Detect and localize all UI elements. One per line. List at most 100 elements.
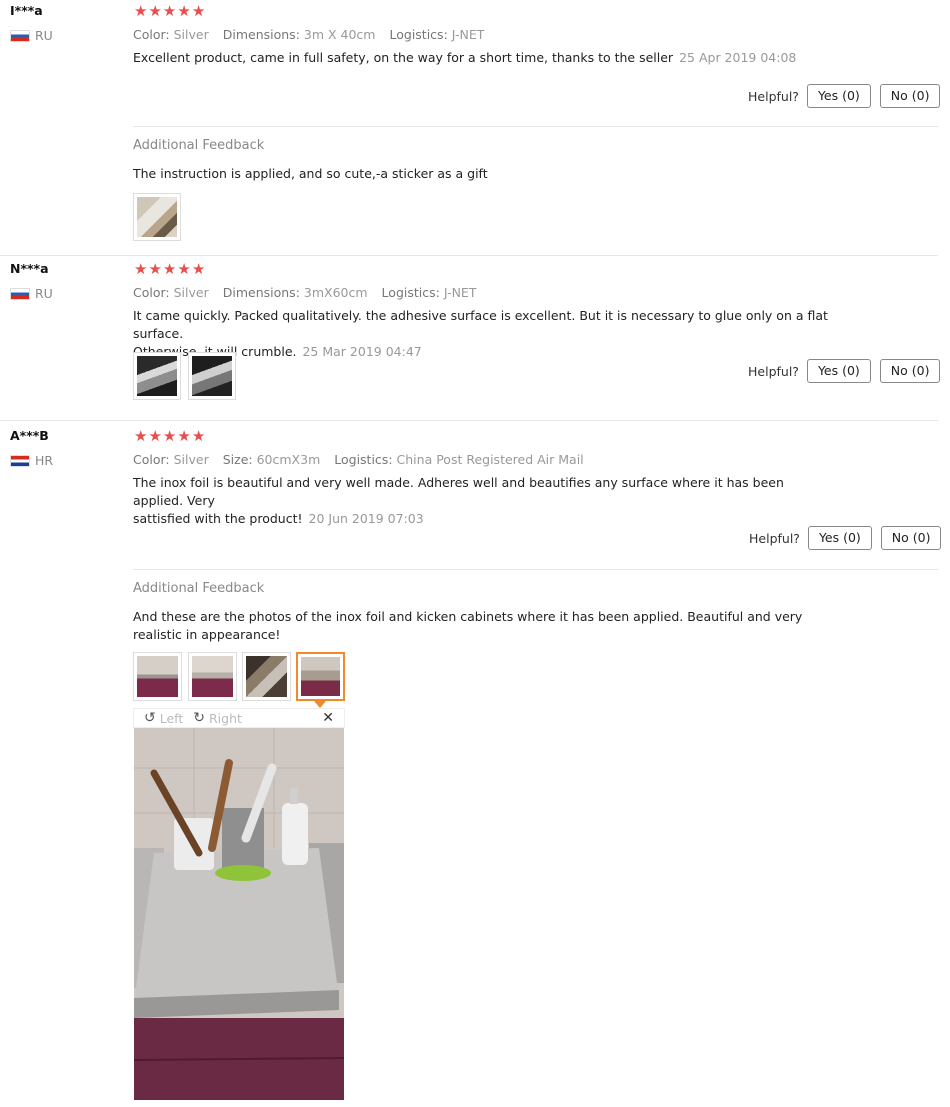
country-code: RU bbox=[35, 28, 53, 43]
dimensions-label: Dimensions: bbox=[222, 285, 300, 300]
star-rating: ★ ★ ★ ★ ★ bbox=[134, 4, 205, 19]
country-code: RU bbox=[35, 286, 53, 301]
helpful-yes-button[interactable]: Yes (0) bbox=[807, 526, 872, 550]
star-rating: ★ ★ ★ ★ ★ bbox=[134, 262, 205, 277]
color-label: Color: bbox=[133, 452, 170, 467]
helpful-no-button[interactable]: No (0) bbox=[879, 359, 941, 383]
review-photo-thumbnail[interactable] bbox=[188, 352, 236, 400]
rotate-left-label: Left bbox=[159, 710, 184, 726]
star-icon: ★ bbox=[162, 427, 177, 445]
review-separator bbox=[0, 255, 938, 256]
helpful-yes-button[interactable]: Yes (0) bbox=[806, 359, 871, 383]
product-attributes: Color: Silver Size: 60cmX3m Logistics: Chi… bbox=[133, 452, 584, 467]
size-label: Size: bbox=[222, 452, 253, 467]
croatia-flag-icon bbox=[10, 454, 30, 467]
photo-image bbox=[137, 197, 177, 237]
photo-image bbox=[137, 356, 177, 396]
star-icon: ★ bbox=[177, 260, 191, 278]
review-date: 25 Mar 2019 04:47 bbox=[302, 344, 422, 359]
additional-feedback-text: The instruction is applied, and so cute,… bbox=[133, 166, 488, 181]
star-icon: ★ bbox=[148, 427, 162, 445]
rotate-left-icon: ↺ bbox=[144, 710, 156, 726]
star-icon: ★ bbox=[191, 2, 206, 20]
star-icon: ★ bbox=[191, 427, 206, 445]
rotate-right-icon: ↻ bbox=[193, 710, 205, 726]
reviewer-country: RU bbox=[10, 286, 53, 301]
reviewer-name: N***a bbox=[10, 261, 49, 276]
star-icon: ★ bbox=[148, 2, 162, 20]
helpful-label: Helpful? bbox=[748, 88, 799, 104]
review-photo-thumbnail[interactable] bbox=[188, 652, 237, 701]
helpful-controls: Helpful? Yes (0) No (0) bbox=[749, 526, 942, 550]
logistics-value: J-NET bbox=[443, 285, 477, 300]
rotate-right-button[interactable]: ↻ Right bbox=[193, 710, 242, 726]
product-attributes: Color: Silver Dimensions: 3mX60cm Logistic… bbox=[133, 285, 476, 300]
close-icon[interactable]: ✕ bbox=[322, 710, 334, 726]
review-photo-thumbnail[interactable] bbox=[242, 652, 291, 701]
reviewer-name: A***B bbox=[10, 428, 49, 443]
reviewer-country: HR bbox=[10, 453, 53, 468]
dimensions-label: Dimensions: bbox=[222, 27, 300, 42]
star-icon: ★ bbox=[191, 260, 206, 278]
dimensions-value: 3m X 40cm bbox=[303, 27, 376, 42]
review-separator bbox=[0, 420, 938, 421]
review-body: Excellent product, came in full safety, … bbox=[133, 50, 674, 65]
star-icon: ★ bbox=[162, 2, 177, 20]
helpful-yes-button[interactable]: Yes (0) bbox=[806, 84, 871, 108]
review-text: The inox foil is beautiful and very well… bbox=[133, 474, 833, 528]
divider bbox=[133, 126, 938, 127]
star-icon: ★ bbox=[162, 260, 177, 278]
photo-viewer-toolbar: ↺ Left ↻ Right ✕ bbox=[133, 708, 345, 728]
additional-feedback-title: Additional Feedback bbox=[133, 138, 265, 153]
review-photo-thumbnail[interactable] bbox=[133, 652, 182, 701]
helpful-label: Helpful? bbox=[748, 363, 799, 379]
star-icon: ★ bbox=[134, 260, 148, 278]
helpful-controls: Helpful? Yes (0) No (0) bbox=[748, 84, 941, 108]
star-icon: ★ bbox=[134, 2, 148, 20]
country-code: HR bbox=[35, 453, 54, 468]
rotate-left-button[interactable]: ↺ Left bbox=[144, 710, 183, 726]
review-photo-thumbnail-selected[interactable] bbox=[296, 652, 345, 701]
additional-feedback-text: And these are the photos of the inox foi… bbox=[133, 608, 833, 644]
photo-image bbox=[137, 656, 178, 697]
logistics-label: Logistics: bbox=[381, 285, 440, 300]
star-icon: ★ bbox=[134, 427, 148, 445]
russia-flag-icon bbox=[10, 29, 30, 42]
color-value: Silver bbox=[173, 285, 209, 300]
additional-feedback-title: Additional Feedback bbox=[133, 581, 265, 596]
review-photo-thumbnail[interactable] bbox=[133, 352, 181, 400]
logistics-label: Logistics: bbox=[334, 452, 393, 467]
helpful-controls: Helpful? Yes (0) No (0) bbox=[748, 359, 941, 383]
photo-image bbox=[192, 656, 233, 697]
helpful-no-button[interactable]: No (0) bbox=[880, 526, 942, 550]
review-body-line2: sattisfied with the product! bbox=[133, 511, 303, 526]
reviewer-name: I***a bbox=[10, 3, 43, 18]
review-date: 25 Apr 2019 04:08 bbox=[679, 50, 797, 65]
photo-image bbox=[246, 656, 287, 697]
photo-viewer-image bbox=[134, 728, 344, 1100]
divider bbox=[133, 569, 938, 570]
star-icon: ★ bbox=[148, 260, 162, 278]
russia-flag-icon bbox=[10, 287, 30, 300]
additional-text-line1: And these are the photos of the inox foi… bbox=[133, 609, 803, 624]
logistics-label: Logistics: bbox=[389, 27, 448, 42]
selected-thumb-pointer bbox=[314, 701, 326, 708]
review-date: 20 Jun 2019 07:03 bbox=[308, 511, 424, 526]
photo-image bbox=[301, 657, 340, 696]
review-text: Excellent product, came in full safety, … bbox=[133, 49, 833, 67]
logistics-value: J-NET bbox=[451, 27, 485, 42]
review-body-line1: It came quickly. Packed qualitatively. t… bbox=[133, 308, 828, 341]
additional-text-line2: realistic in appearance! bbox=[133, 627, 281, 642]
helpful-no-button[interactable]: No (0) bbox=[879, 84, 941, 108]
dimensions-value: 3mX60cm bbox=[303, 285, 368, 300]
review-body-line1: The inox foil is beautiful and very well… bbox=[133, 475, 784, 508]
review-photo-thumbnail[interactable] bbox=[133, 193, 181, 241]
color-value: Silver bbox=[173, 27, 209, 42]
photo-image bbox=[192, 356, 232, 396]
logistics-value: China Post Registered Air Mail bbox=[396, 452, 584, 467]
review-text: It came quickly. Packed qualitatively. t… bbox=[133, 307, 833, 361]
star-icon: ★ bbox=[177, 427, 191, 445]
color-label: Color: bbox=[133, 285, 170, 300]
rotate-right-label: Right bbox=[209, 710, 242, 726]
color-value: Silver bbox=[173, 452, 209, 467]
